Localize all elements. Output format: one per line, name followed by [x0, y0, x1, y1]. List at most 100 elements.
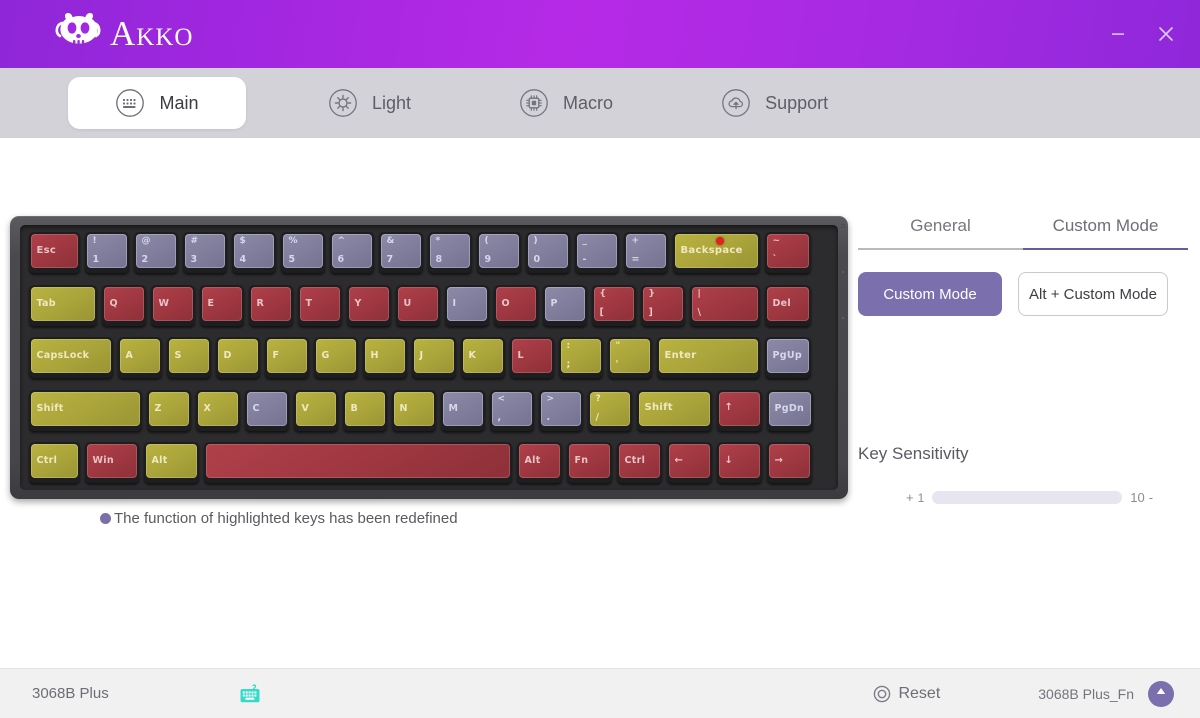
key-key[interactable]: + =: [621, 230, 670, 275]
reset-button[interactable]: Reset: [873, 685, 940, 703]
key-w[interactable]: W: [148, 283, 197, 328]
key-h[interactable]: H: [360, 335, 409, 380]
key-u[interactable]: U: [393, 283, 442, 328]
reset-circle-icon: [873, 685, 891, 703]
keycap-surface: O: [495, 286, 536, 321]
key-k[interactable]: K: [458, 335, 507, 380]
key-j[interactable]: J: [409, 335, 458, 380]
key-key[interactable]: ←: [664, 440, 714, 485]
keycap-surface: :;: [560, 339, 601, 373]
key-6[interactable]: ^ 6: [327, 230, 376, 275]
keycap: Y: [346, 284, 391, 326]
panel-tab-general[interactable]: General: [858, 216, 1023, 250]
key-sensitivity-slider[interactable]: + 1 10 -: [858, 490, 1188, 505]
key-esc[interactable]: Esc: [26, 230, 82, 275]
key-fn[interactable]: Fn: [564, 440, 614, 485]
key-n[interactable]: N: [389, 388, 438, 433]
key-b[interactable]: B: [340, 388, 389, 433]
key-7[interactable]: & 7: [376, 230, 425, 275]
key-win[interactable]: Win: [82, 440, 141, 485]
key-1[interactable]: ! 1: [82, 230, 131, 275]
key-key[interactable]: :;: [556, 335, 605, 380]
key-key[interactable]: _ -: [572, 230, 621, 275]
key-key[interactable]: ↑: [714, 388, 764, 433]
key-e[interactable]: E: [197, 283, 246, 328]
key-2[interactable]: @2: [131, 230, 180, 275]
custom-mode-button[interactable]: Custom Mode: [858, 272, 1002, 316]
key-legend-top: *: [435, 236, 441, 246]
key-shift[interactable]: Shift: [26, 388, 144, 433]
keyboard-preview[interactable]: Esc! 1 @2 #3 $4% 5 ^ 6 & 7 * 8(9) 0 _ - + = Backspace ~ ` Ta…: [10, 216, 848, 499]
key-d[interactable]: D: [213, 335, 262, 380]
key-9[interactable]: (9: [474, 230, 523, 275]
key-s[interactable]: S: [164, 335, 213, 380]
key-ctrl[interactable]: Ctrl: [26, 440, 82, 485]
key-3[interactable]: #3: [180, 230, 229, 275]
key-key[interactable]: ↓: [714, 440, 764, 485]
key-f[interactable]: F: [262, 335, 311, 380]
key-q[interactable]: Q: [99, 283, 148, 328]
key-y[interactable]: Y: [344, 283, 393, 328]
key-alt[interactable]: Alt: [514, 440, 564, 485]
key-key[interactable]: ~ `: [762, 230, 813, 275]
key-key[interactable]: ? /: [585, 388, 634, 433]
tab-macro[interactable]: Macro: [493, 77, 639, 129]
tab-main[interactable]: Main: [68, 77, 246, 129]
key-del[interactable]: Del: [762, 283, 813, 328]
keycap: ! 1: [84, 232, 129, 273]
key-ctrl[interactable]: Ctrl: [614, 440, 664, 485]
key-z[interactable]: Z: [144, 388, 193, 433]
keyboard-connected-icon[interactable]: [239, 683, 261, 704]
key-key[interactable]: >.: [536, 388, 585, 433]
key-i[interactable]: I: [442, 283, 491, 328]
key-0[interactable]: ) 0: [523, 230, 572, 275]
key-space[interactable]: [201, 440, 514, 485]
close-button[interactable]: [1146, 14, 1186, 54]
key-x[interactable]: X: [193, 388, 242, 433]
key-4[interactable]: $4: [229, 230, 278, 275]
key-key[interactable]: →: [764, 440, 814, 485]
tab-support[interactable]: Support: [695, 77, 854, 129]
key-key[interactable]: " ': [605, 335, 654, 380]
key-key[interactable]: | \: [687, 283, 762, 328]
key-backspace[interactable]: Backspace: [670, 230, 762, 275]
key-legend: N: [399, 402, 408, 414]
panel-tab-custom-mode[interactable]: Custom Mode: [1023, 216, 1188, 250]
key-l[interactable]: L: [507, 335, 556, 380]
tab-light[interactable]: Light: [302, 77, 437, 129]
key-key[interactable]: <,: [487, 388, 536, 433]
keycap: L: [509, 337, 554, 378]
alt-custom-mode-button[interactable]: Alt + Custom Mode: [1018, 272, 1168, 316]
key-g[interactable]: G: [311, 335, 360, 380]
key-8[interactable]: * 8: [425, 230, 474, 275]
key-o[interactable]: O: [491, 283, 540, 328]
key-t[interactable]: T: [295, 283, 344, 328]
key-legend-bottom: -: [582, 254, 587, 266]
key-pgdn[interactable]: PgDn: [764, 388, 815, 433]
key-c[interactable]: C: [242, 388, 291, 433]
keycap: A: [117, 337, 162, 378]
sensitivity-increase-icon[interactable]: -: [1149, 490, 1153, 505]
key-v[interactable]: V: [291, 388, 340, 433]
key-m[interactable]: M: [438, 388, 487, 433]
key-shift[interactable]: Shift: [634, 388, 714, 433]
key-a[interactable]: A: [115, 335, 164, 380]
key-legend: V: [301, 402, 310, 414]
sensitivity-track[interactable]: [932, 491, 1123, 504]
screw-icon: [841, 270, 845, 274]
key-pgup[interactable]: PgUp: [762, 335, 813, 380]
key-key[interactable]: {[: [589, 283, 638, 328]
keycap: * 8: [427, 232, 472, 273]
key-capslock[interactable]: CapsLock: [26, 335, 115, 380]
key-r[interactable]: R: [246, 283, 295, 328]
minimize-button[interactable]: [1098, 14, 1138, 54]
key-alt[interactable]: Alt: [141, 440, 201, 485]
key-tab[interactable]: Tab: [26, 283, 99, 328]
sensitivity-decrease-icon[interactable]: +: [906, 490, 914, 505]
key-p[interactable]: P: [540, 283, 589, 328]
key-5[interactable]: % 5: [278, 230, 327, 275]
keyboard-keys[interactable]: Esc! 1 @2 #3 $4% 5 ^ 6 & 7 * 8(9) 0 _ - + = Backspace ~ ` Ta…: [20, 225, 838, 490]
key-key[interactable]: }]: [638, 283, 687, 328]
key-enter[interactable]: Enter: [654, 335, 762, 380]
expand-panel-button[interactable]: [1148, 680, 1174, 707]
